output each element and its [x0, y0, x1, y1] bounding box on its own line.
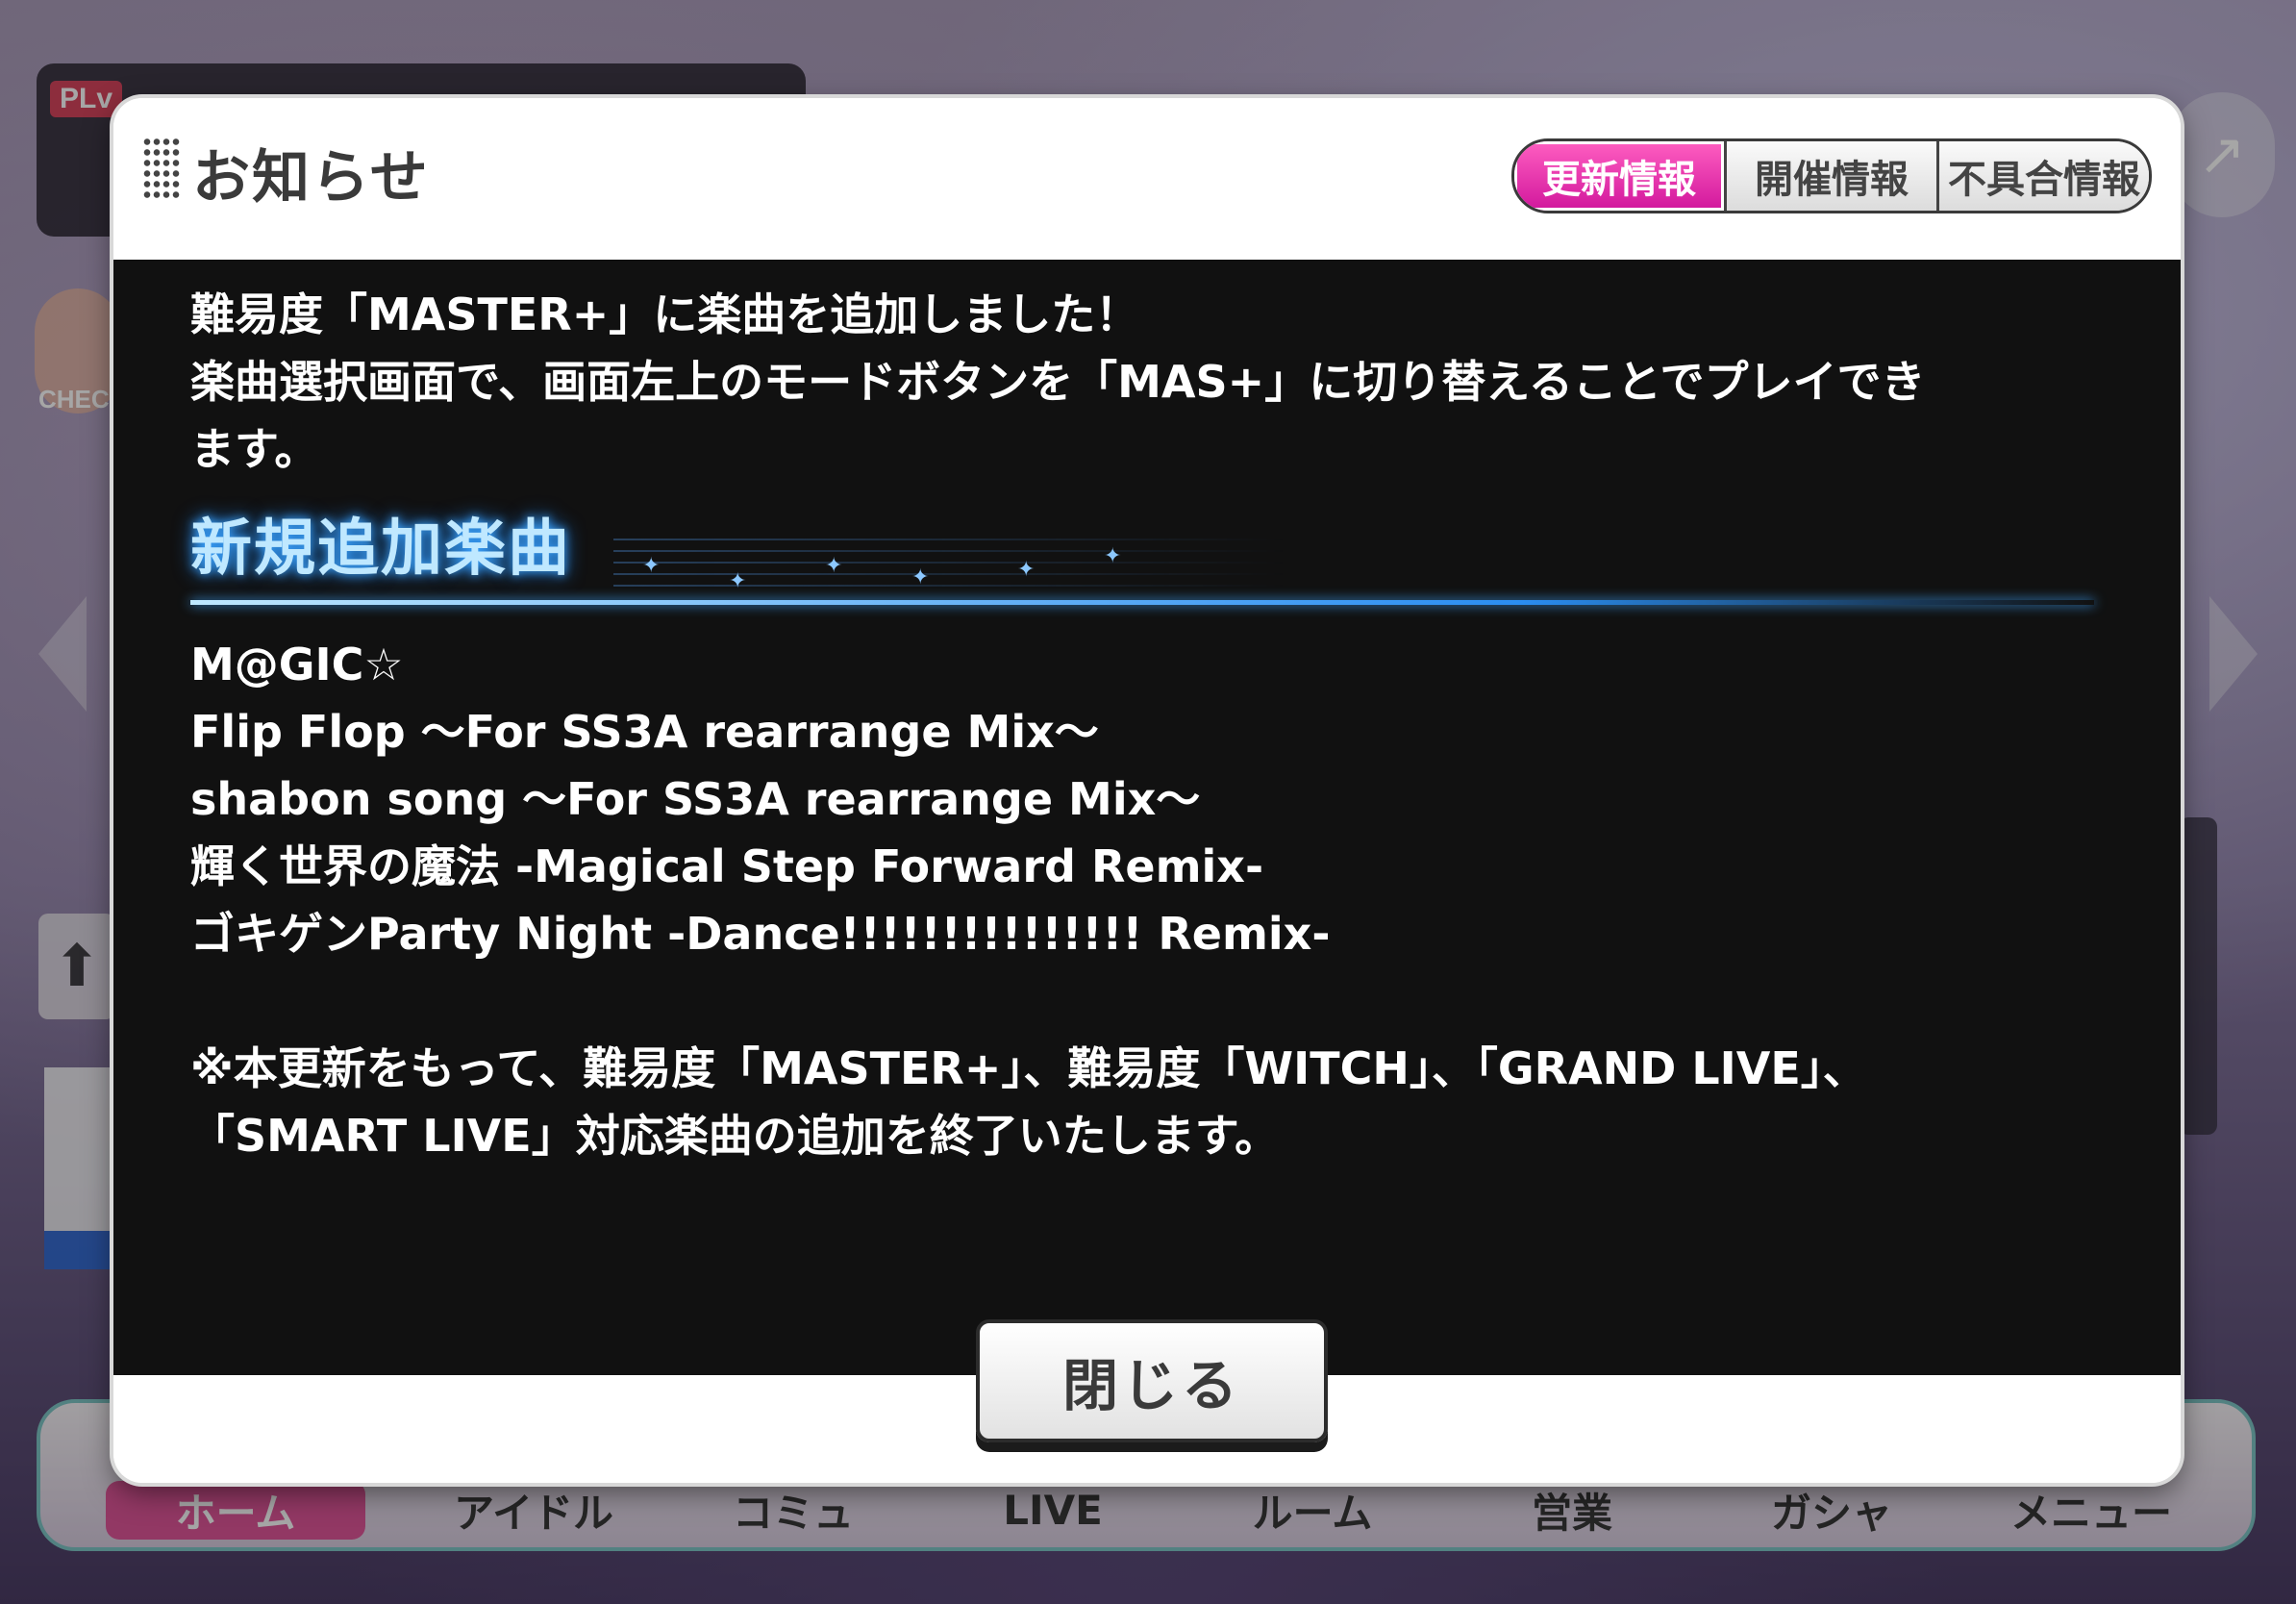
- close-button[interactable]: 閉じる: [976, 1319, 1328, 1442]
- notice-modal: お知らせ 更新情報 開催情報 不具合情報 難易度「MASTER+」に楽曲を追加し…: [113, 98, 2181, 1483]
- intro-line: 楽曲選択画面で、画面左上のモードボタンを「MAS+」に切り替えることでプレイでき: [190, 356, 1926, 408]
- sparkle-icon: ✦: [825, 554, 843, 578]
- notice-content: 難易度「MASTER+」に楽曲を追加しました！ 楽曲選択画面で、画面左上のモード…: [190, 281, 2104, 1169]
- song-item: M@GIC☆: [190, 639, 404, 690]
- note-line: 「SMART LIVE」対応楽曲の追加を終了いたします。: [190, 1110, 1280, 1162]
- song-item: ゴキゲンParty Night -Dance!!!!!!!!!!!!!!! Re…: [190, 908, 1331, 960]
- tab-bugs[interactable]: 不具合情報: [1936, 141, 2149, 211]
- song-item: 輝く世界の魔法 -Magical Step Forward Remix-: [190, 840, 1264, 892]
- tab-events[interactable]: 開催情報: [1724, 141, 1936, 211]
- song-item: shabon song 〜For SS3A rearrange Mix〜: [190, 773, 1201, 825]
- notice-tabs: 更新情報 開催情報 不具合情報: [1511, 138, 2152, 213]
- modal-title: お知らせ: [192, 144, 430, 212]
- music-staff-decoration: [613, 539, 1286, 596]
- sparkle-icon: ✦: [642, 554, 661, 578]
- song-list: M@GIC☆ Flip Flop 〜For SS3A rearrange Mix…: [190, 631, 2104, 967]
- section-header: ✦ ✦ ✦ ✦ ✦ ✦ 新規追加楽曲: [190, 515, 2104, 621]
- notice-body[interactable]: 難易度「MASTER+」に楽曲を追加しました！ 楽曲選択画面で、画面左上のモード…: [113, 260, 2181, 1375]
- section-divider: [190, 600, 2094, 605]
- grip-icon: [142, 137, 181, 198]
- intro-line: 難易度「MASTER+」に楽曲を追加しました！: [190, 288, 1140, 340]
- section-title: 新規追加楽曲: [190, 514, 571, 585]
- tab-updates[interactable]: 更新情報: [1514, 141, 1724, 211]
- modal-header: お知らせ 更新情報 開催情報 不具合情報: [113, 98, 2181, 242]
- sparkle-icon: ✦: [1104, 544, 1122, 568]
- intro-line: ます。: [190, 423, 319, 475]
- sparkle-icon: ✦: [729, 569, 747, 593]
- sparkle-icon: ✦: [1017, 558, 1036, 582]
- note-line: ※本更新をもって、難易度「MASTER+」、難易度「WITCH」、「GRAND …: [190, 1042, 1867, 1094]
- song-item: Flip Flop 〜For SS3A rearrange Mix〜: [190, 706, 1099, 758]
